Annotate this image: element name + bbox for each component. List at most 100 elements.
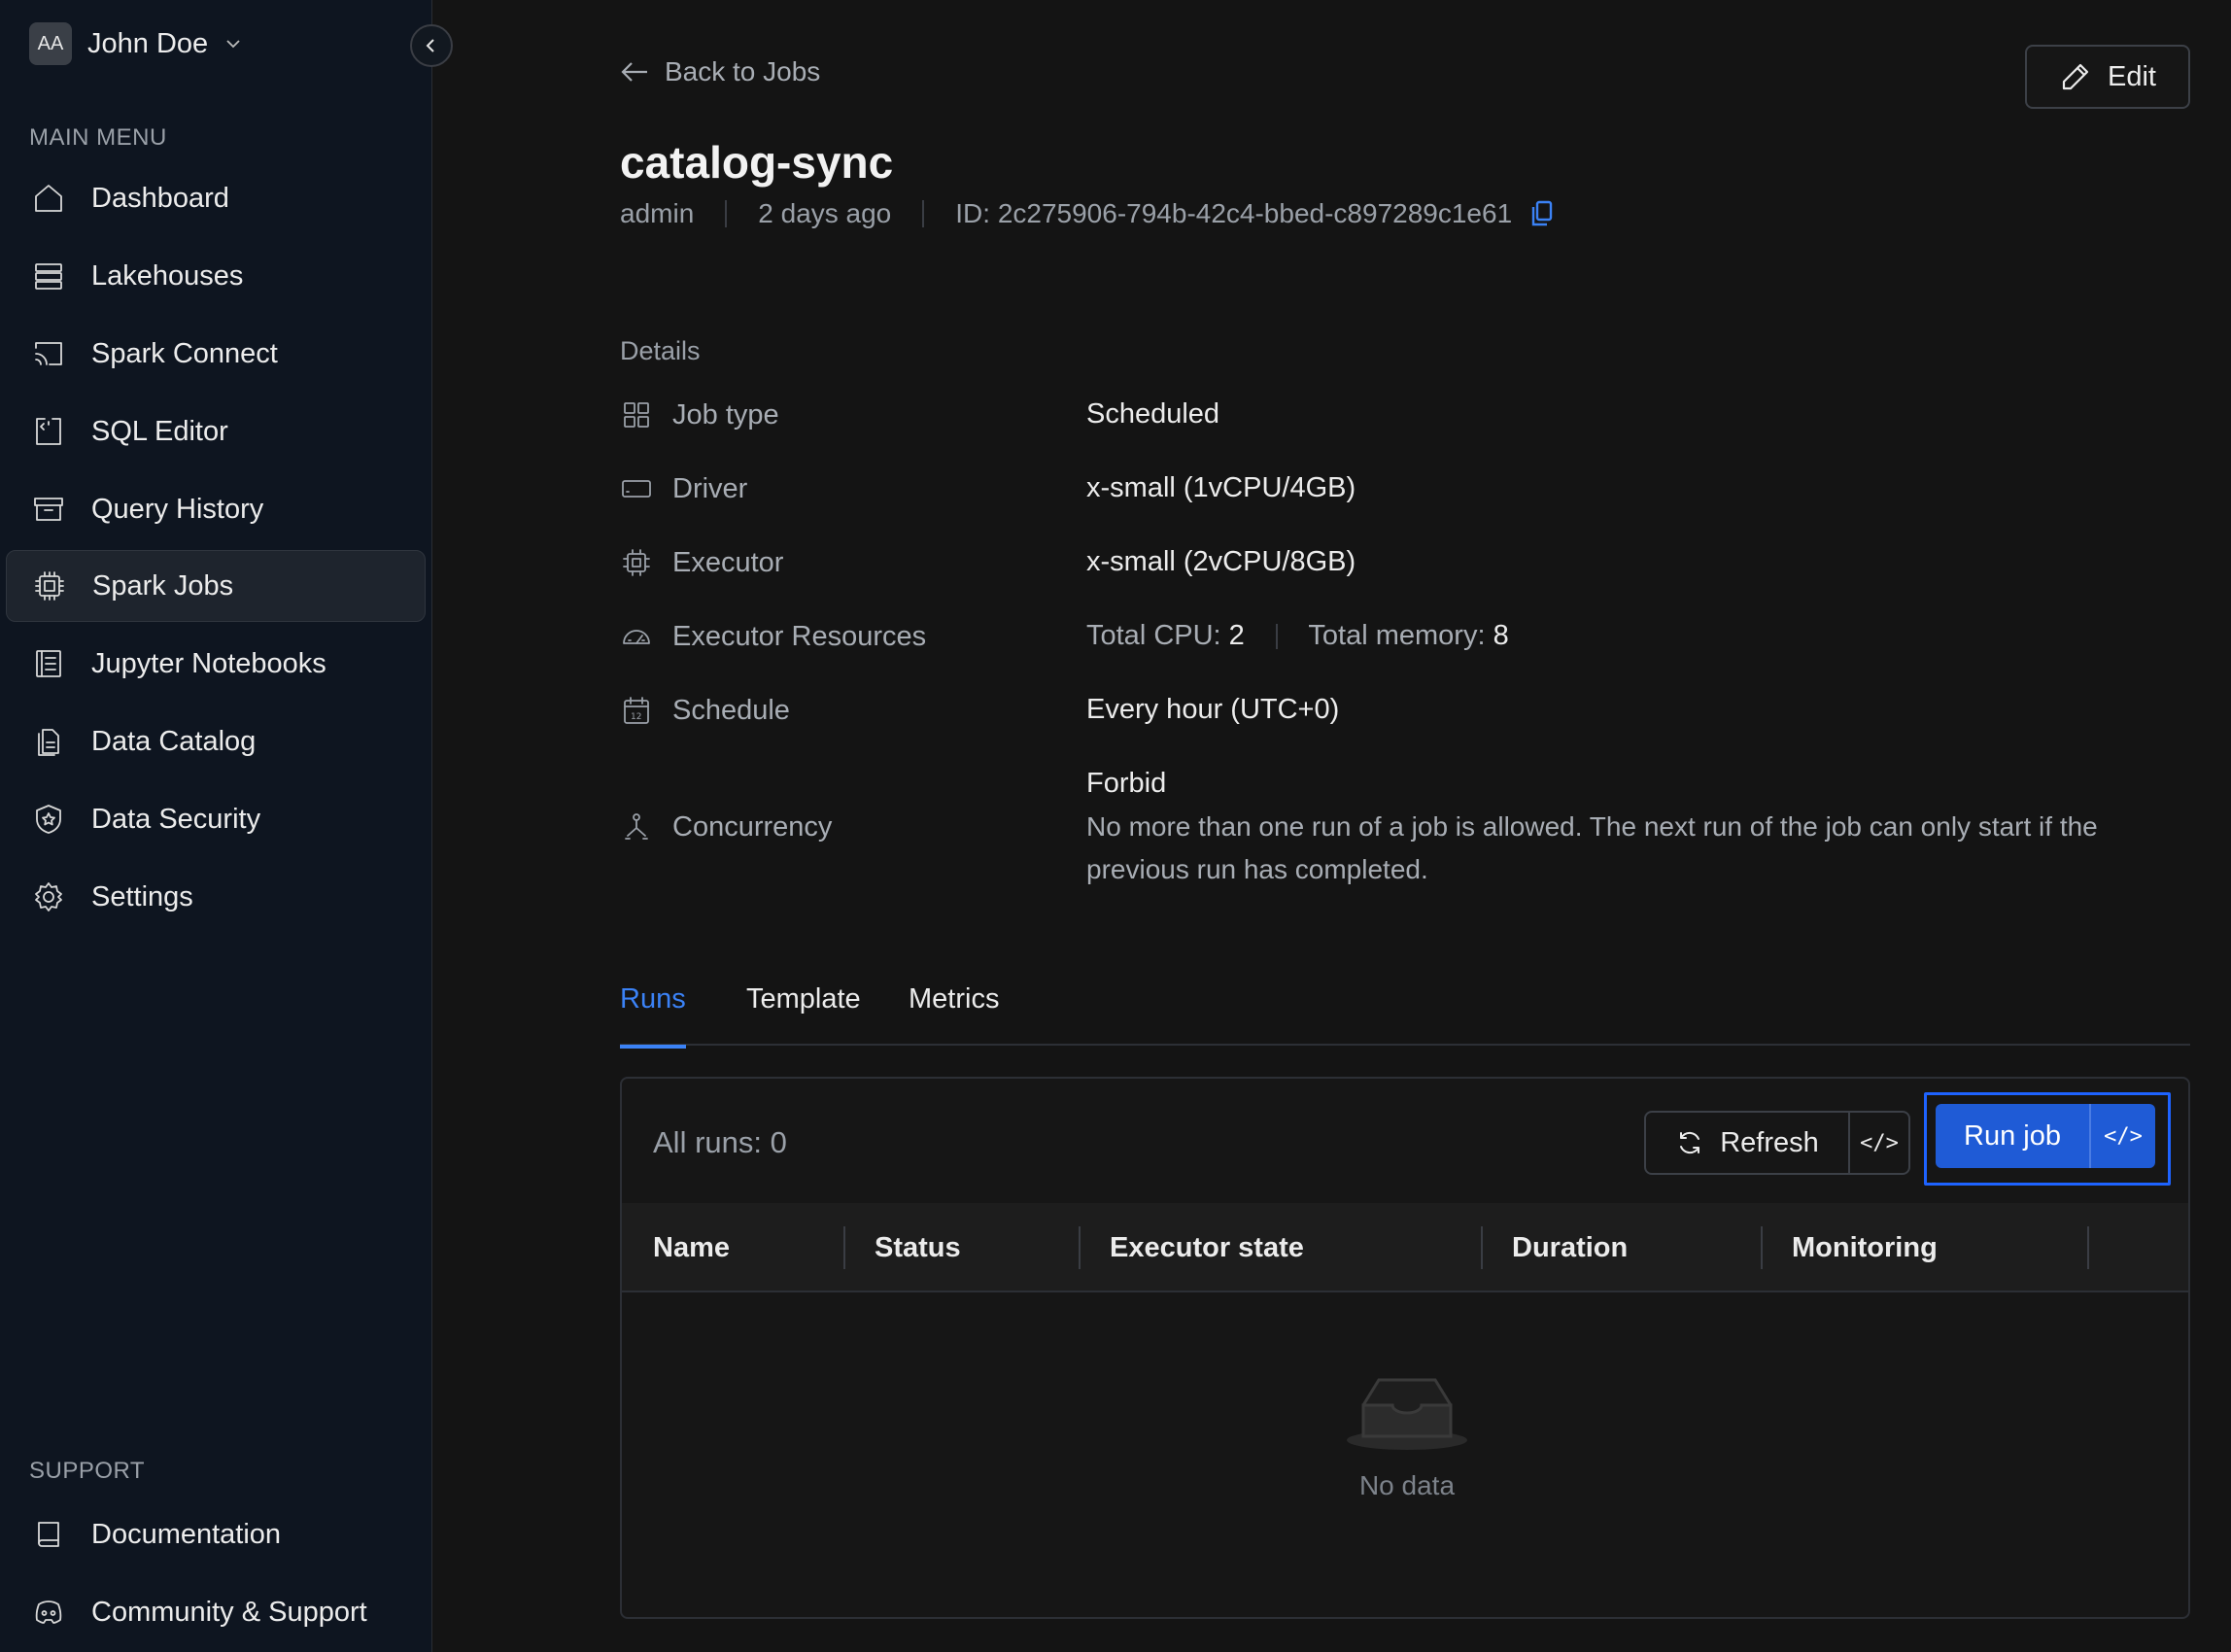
edit-button[interactable]: Edit [2025, 45, 2190, 109]
server-icon [29, 257, 68, 295]
sidebar-item-label: Spark Connect [91, 337, 278, 369]
total-memory-value: 8 [1493, 620, 1509, 651]
sidebar-item-label: Data Catalog [91, 725, 257, 757]
book-icon [29, 1515, 68, 1554]
detail-key-label: Driver [672, 472, 748, 504]
detail-key-label: Schedule [672, 694, 790, 726]
column-name[interactable]: Name [653, 1203, 730, 1292]
column-divider [2087, 1226, 2089, 1269]
user-name: John Doe [87, 27, 209, 59]
gauge-icon [623, 630, 650, 644]
sidebar-item-dashboard[interactable]: Dashboard [6, 162, 426, 234]
detail-concurrency: Concurrency Forbid No more than one run … [620, 768, 2175, 891]
notebook-icon [29, 644, 68, 683]
pencil-icon [2062, 63, 2089, 90]
hard-drive-icon [622, 480, 651, 498]
detail-executor-resources: Executor Resources Total CPU: 2 Total me… [620, 620, 1509, 653]
run-job-button[interactable]: Run job [1936, 1104, 2091, 1168]
total-cpu-value: 2 [1228, 620, 1245, 651]
detail-key-label: Concurrency [672, 810, 833, 843]
sidebar-item-label: Query History [91, 493, 264, 525]
page-title: catalog-sync [620, 137, 894, 188]
total-memory-label: Total memory: [1308, 620, 1486, 651]
cpu-icon [623, 549, 650, 576]
sidebar-item-label: Settings [91, 880, 193, 912]
sidebar-item-sql-editor[interactable]: SQL Editor [6, 396, 426, 467]
all-runs-count: All runs: 0 [653, 1125, 787, 1159]
meta-divider [725, 200, 728, 227]
discord-icon [29, 1593, 68, 1632]
value-divider [1275, 624, 1278, 650]
sidebar-item-data-security[interactable]: Data Security [6, 783, 426, 855]
user-menu[interactable]: AA John Doe [29, 22, 243, 65]
sidebar-item-label: Spark Jobs [92, 569, 234, 602]
column-divider [843, 1226, 845, 1269]
detail-value: x-small (2vCPU/8GB) [1086, 546, 1356, 577]
column-executor-state[interactable]: Executor state [1110, 1203, 1304, 1292]
detail-value: x-small (1vCPU/4GB) [1086, 472, 1356, 503]
archive-icon [29, 490, 68, 529]
svg-text:12: 12 [631, 712, 641, 722]
calendar-icon: 12 [624, 697, 649, 724]
chevron-left-icon [426, 39, 434, 52]
meta-divider [922, 200, 925, 227]
detail-key-label: Job type [672, 398, 779, 430]
sidebar-item-label: Jupyter Notebooks [91, 647, 326, 679]
detail-value: Every hour (UTC+0) [1086, 694, 1340, 725]
cpu-icon [30, 567, 69, 605]
sidebar-item-spark-connect[interactable]: Spark Connect [6, 318, 426, 390]
job-created: 2 days ago [758, 198, 892, 228]
column-duration[interactable]: Duration [1512, 1203, 1628, 1292]
gear-icon [29, 878, 68, 916]
refresh-code-button[interactable]: </> [1850, 1113, 1908, 1173]
column-divider [1761, 1226, 1763, 1269]
main-menu-label: MAIN MENU [29, 124, 167, 151]
runs-table-header: Name Status Executor state Duration Moni… [622, 1203, 2188, 1292]
detail-driver: Driver x-small (1vCPU/4GB) [620, 472, 1356, 505]
concurrency-description: No more than one run of a job is allowed… [1086, 811, 2098, 884]
tab-runs[interactable]: Runs [620, 983, 686, 1049]
support-label: SUPPORT [29, 1458, 146, 1484]
detail-value: Total CPU: 2 Total memory: 8 [1086, 620, 1509, 652]
column-status[interactable]: Status [875, 1203, 961, 1292]
refresh-button[interactable]: Refresh [1646, 1113, 1850, 1173]
main-content: Back to Jobs Edit catalog-sync admin 2 d… [433, 0, 2231, 1652]
job-id: ID: 2c275906-794b-42c4-bbed-c897289c1e61 [955, 198, 1513, 228]
detail-job-type: Job type Scheduled [620, 398, 1219, 431]
detail-executor: Executor x-small (2vCPU/8GB) [620, 546, 1356, 579]
job-meta: admin 2 days ago ID: 2c275906-794b-42c4-… [620, 198, 1555, 229]
sidebar-item-data-catalog[interactable]: Data Catalog [6, 706, 426, 777]
code-file-icon [29, 412, 68, 451]
sidebar-item-lakehouses[interactable]: Lakehouses [6, 240, 426, 312]
sidebar-item-documentation[interactable]: Documentation [6, 1498, 426, 1570]
sidebar-item-community-support[interactable]: Community & Support [6, 1576, 426, 1648]
column-monitoring[interactable]: Monitoring [1792, 1203, 1938, 1292]
details-heading: Details [620, 336, 701, 365]
sidebar-item-query-history[interactable]: Query History [6, 473, 426, 545]
run-job-code-button[interactable]: </> [2091, 1104, 2155, 1168]
column-divider [1079, 1226, 1081, 1269]
merge-icon [625, 813, 648, 840]
refresh-label: Refresh [1720, 1126, 1819, 1158]
tab-metrics[interactable]: Metrics [909, 983, 999, 1045]
avatar: AA [29, 22, 72, 65]
total-cpu-label: Total CPU: [1086, 620, 1221, 651]
sidebar-item-label: Community & Support [91, 1596, 367, 1628]
detail-value: Scheduled [1086, 398, 1220, 430]
code-icon: </> [1860, 1130, 1899, 1155]
detail-schedule: 12 Schedule Every hour (UTC+0) [620, 694, 1339, 727]
tab-template[interactable]: Template [746, 983, 861, 1045]
home-icon [29, 179, 68, 218]
copy-icon[interactable] [1529, 199, 1555, 228]
collapse-sidebar-button[interactable] [410, 24, 453, 67]
chevron-down-icon [226, 40, 240, 49]
detail-key-label: Executor Resources [672, 620, 927, 652]
run-job-button-group: Run job </> [1936, 1104, 2155, 1168]
empty-state: No data [622, 1370, 2188, 1501]
files-icon [29, 722, 68, 761]
sidebar-item-settings[interactable]: Settings [6, 861, 426, 933]
back-to-jobs-link[interactable]: Back to Jobs [620, 56, 820, 87]
sidebar-item-jupyter-notebooks[interactable]: Jupyter Notebooks [6, 628, 426, 700]
sidebar-item-spark-jobs[interactable]: Spark Jobs [6, 550, 426, 622]
sidebar: AA John Doe MAIN MENU Dashboard Lakehous… [0, 0, 432, 1652]
